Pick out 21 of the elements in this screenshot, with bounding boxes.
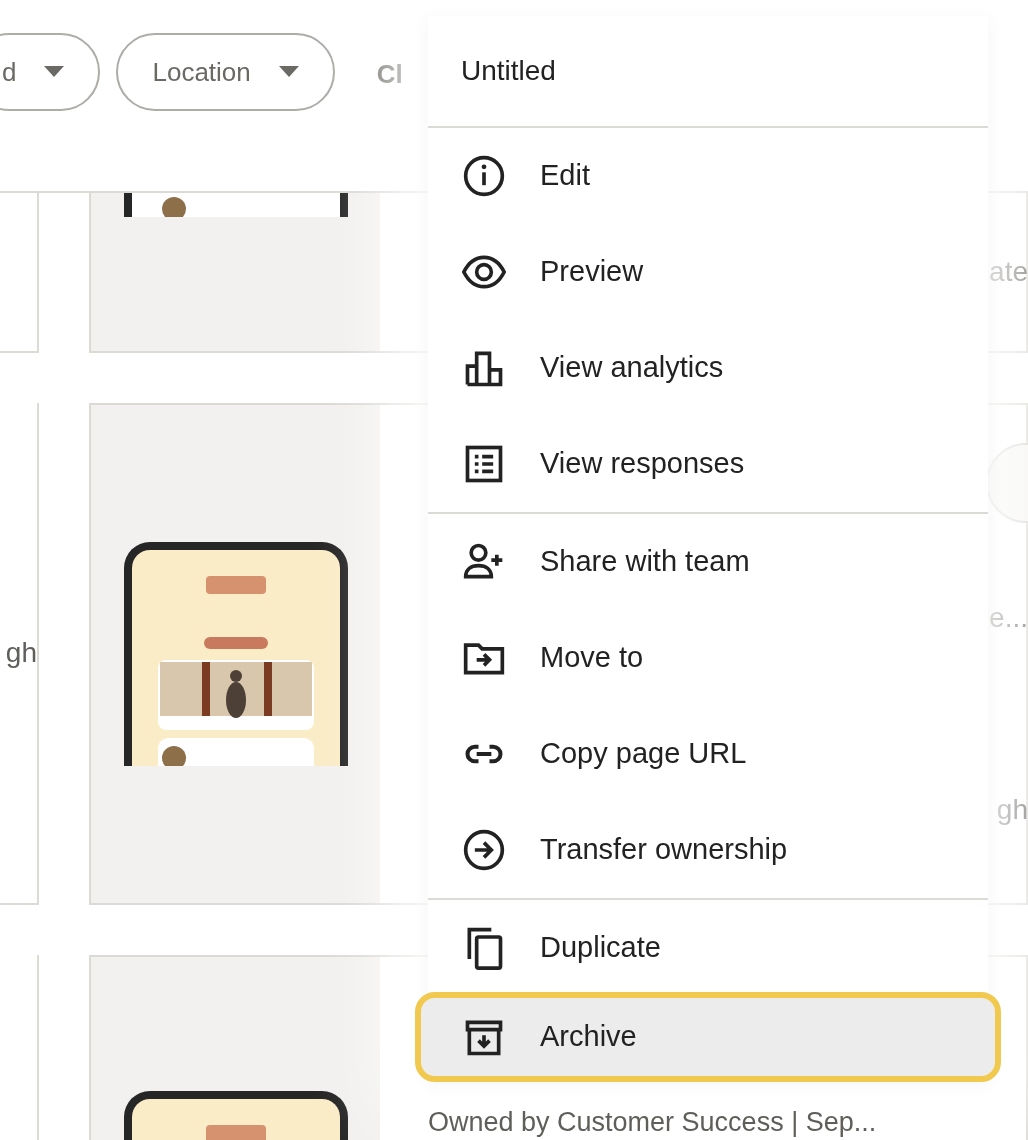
- menu-item[interactable]: Move to: [428, 610, 988, 706]
- menu-item[interactable]: Copy page URL: [428, 706, 988, 802]
- menu-item[interactable]: View analytics: [428, 320, 988, 416]
- menu-item[interactable]: Transfer ownership: [428, 802, 988, 898]
- card-text: ate: [989, 255, 1028, 289]
- owner-caption: Owned by Customer Success | Sep...: [428, 1108, 877, 1138]
- card-text: gh: [996, 793, 1028, 827]
- filter-label: Cl: [376, 58, 403, 91]
- info-icon: [462, 154, 506, 198]
- card-text: e...: [989, 601, 1028, 635]
- caret-icon: [44, 66, 65, 78]
- filter-dropdown[interactable]: d: [0, 33, 101, 111]
- menu-item[interactable]: Preview: [428, 224, 988, 320]
- menu-item[interactable]: Duplicate: [428, 900, 988, 996]
- menu-item[interactable]: View responses: [428, 416, 988, 512]
- menu-item[interactable]: Edit: [428, 128, 988, 224]
- caret-icon: [278, 66, 299, 78]
- menu-item[interactable]: Share with team: [428, 514, 988, 610]
- arrow-circle-icon: [462, 828, 506, 872]
- filter-dropdown[interactable]: Location: [116, 33, 335, 111]
- card-text: gh: [5, 636, 37, 670]
